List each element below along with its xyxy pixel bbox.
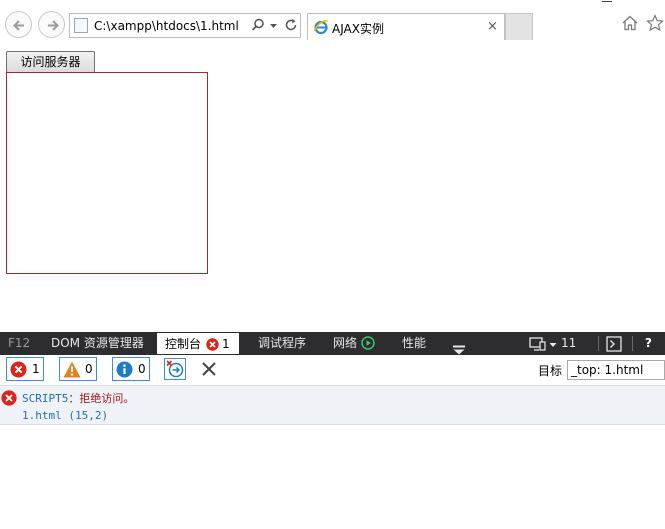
error-message: ：拒绝访问。 [68,392,135,405]
forward-button[interactable] [38,11,65,38]
console-error-count: 1 [222,337,230,351]
error-code: SCRIPT5 [22,392,69,405]
visit-server-button[interactable]: 访问服务器 [6,51,95,73]
document-mode-version[interactable]: 11 [561,332,576,355]
clear-console-icon[interactable] [200,360,218,378]
help-icon[interactable]: ? [645,332,652,355]
error-count: 1 [32,362,40,376]
clear-on-navigate-icon [166,360,184,378]
tab-debugger[interactable]: 调试程序 [258,332,306,355]
console-output: SCRIPT5：拒绝访问。 1.html (15,2) [0,385,665,529]
toolbar-divider [632,336,633,351]
info-icon [116,361,133,378]
clear-on-navigate-button[interactable] [164,358,186,380]
target-label: 目标 [538,364,563,378]
tab-dom-explorer[interactable]: DOM 资源管理器 [51,332,144,355]
error-source-link[interactable]: 1.html (15,2) [22,409,108,422]
arrow-left-icon [13,20,24,31]
error-icon [1,390,17,406]
filter-warnings-button[interactable]: 0 [59,357,97,381]
tab-network[interactable]: 网络 [333,332,375,355]
arrow-right-icon [48,20,59,31]
console-prompt-icon[interactable] [606,336,622,352]
refresh-icon[interactable] [284,18,298,32]
filter-errors-button[interactable]: 1 [6,357,44,381]
tab-console[interactable]: 控制台 1 [156,332,240,355]
chevron-down-icon[interactable] [549,341,557,349]
target-select[interactable]: _top: 1.html [567,360,665,380]
new-tab-button[interactable] [505,13,533,40]
error-icon [206,338,219,351]
info-count: 0 [138,362,146,376]
back-button[interactable] [5,11,32,38]
tab-network-label: 网络 [333,336,358,350]
play-icon[interactable] [361,336,375,350]
browser-tab[interactable]: AJAX实例 × [307,13,505,40]
result-box [6,72,208,274]
tab-performance[interactable]: 性能 [402,332,426,355]
address-url[interactable]: C:\xampp\htdocs\1.html [94,19,239,33]
tab-console-label: 控制台 [165,337,202,351]
tab-f12: F12 [8,336,31,350]
tab-title: AJAX实例 [332,22,384,36]
error-icon [10,361,27,378]
address-bar[interactable]: C:\xampp\htdocs\1.html [69,13,301,38]
page-icon [74,18,88,33]
filter-info-button[interactable]: 0 [112,357,150,381]
home-icon[interactable] [621,14,639,32]
favorites-star-icon[interactable] [646,14,664,32]
warning-count: 0 [85,362,93,376]
toolbar-divider [598,336,599,351]
console-message-row[interactable]: SCRIPT5：拒绝访问。 1.html (15,2) [0,385,665,425]
minimize-button[interactable] [602,0,614,3]
search-icon[interactable] [251,18,265,32]
console-toolbar [0,355,665,385]
ie-logo-icon [313,20,328,35]
chevron-down-icon[interactable] [269,18,278,32]
warning-icon [63,361,81,378]
emulation-icon[interactable] [529,337,547,351]
tab-close-icon[interactable]: × [487,19,498,34]
console-message-text: SCRIPT5：拒绝访问。 [22,390,134,406]
